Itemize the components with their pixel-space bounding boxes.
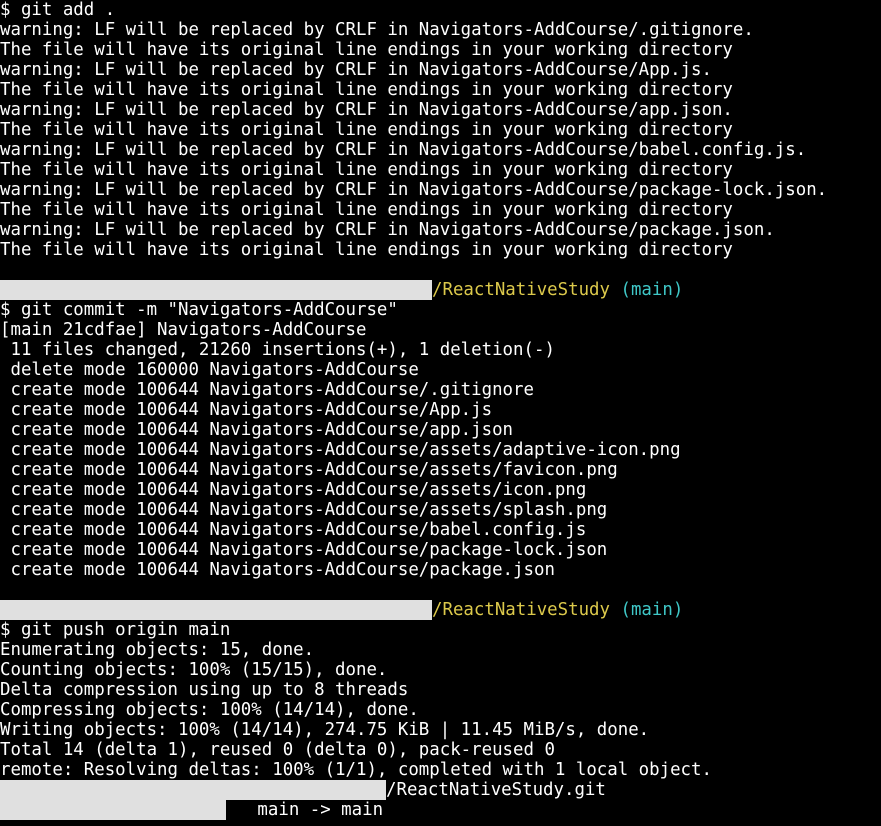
output-line: [main 21cdfae] Navigators-AddCourse <box>0 320 367 340</box>
ref-update: main -> main <box>226 800 384 820</box>
output-line: The file will have its original line end… <box>0 120 733 140</box>
output-line: Compressing objects: 100% (14/14), done. <box>0 700 419 720</box>
terminal-window[interactable]: $ git add . warning: LF will be replaced… <box>0 0 881 826</box>
output-line: warning: LF will be replaced by CRLF in … <box>0 140 807 160</box>
output-line: warning: LF will be replaced by CRLF in … <box>0 180 828 200</box>
command-git-push: $ git push origin main <box>0 620 231 640</box>
shell-prompt: /ReactNativeStudy (main) <box>0 280 881 300</box>
output-line: warning: LF will be replaced by CRLF in … <box>0 100 733 120</box>
output-line: Counting objects: 100% (15/15), done. <box>0 660 388 680</box>
redacted-user-host <box>0 600 432 620</box>
redacted-remote-url <box>0 780 386 800</box>
redacted-user-host <box>0 280 432 300</box>
output-line: create mode 100644 Navigators-AddCourse/… <box>0 480 587 500</box>
remote-url-suffix: /ReactNativeStudy.git <box>386 780 606 800</box>
output-line: Writing objects: 100% (14/14), 274.75 Ki… <box>0 720 650 740</box>
output-line: warning: LF will be replaced by CRLF in … <box>0 60 712 80</box>
output-line: The file will have its original line end… <box>0 40 733 60</box>
command-git-add: $ git add . <box>0 0 116 20</box>
output-line: remote: Resolving deltas: 100% (1/1), co… <box>0 760 712 780</box>
output-line: delete mode 160000 Navigators-AddCourse <box>0 360 419 380</box>
output-line: create mode 100644 Navigators-AddCourse/… <box>0 460 618 480</box>
output-line: create mode 100644 Navigators-AddCourse/… <box>0 520 587 540</box>
output-line: create mode 100644 Navigators-AddCourse/… <box>0 540 608 560</box>
output-line: create mode 100644 Navigators-AddCourse/… <box>0 400 493 420</box>
output-line: create mode 100644 Navigators-AddCourse/… <box>0 500 608 520</box>
output-line: warning: LF will be replaced by CRLF in … <box>0 20 754 40</box>
output-line: create mode 100644 Navigators-AddCourse/… <box>0 440 681 460</box>
output-line: Delta compression using up to 8 threads <box>0 680 409 700</box>
output-line: 11 files changed, 21260 insertions(+), 1… <box>0 340 555 360</box>
output-line: warning: LF will be replaced by CRLF in … <box>0 220 775 240</box>
git-add-output: warning: LF will be replaced by CRLF in … <box>0 20 881 260</box>
output-line: create mode 100644 Navigators-AddCourse/… <box>0 380 534 400</box>
shell-prompt: /ReactNativeStudy (main) <box>0 600 881 620</box>
remote-url-line: /ReactNativeStudy.git <box>0 780 881 800</box>
command-git-commit: $ git commit -m "Navigators-AddCourse" <box>0 300 398 320</box>
output-line: The file will have its original line end… <box>0 80 733 100</box>
output-line: The file will have its original line end… <box>0 240 733 260</box>
output-line: create mode 100644 Navigators-AddCourse/… <box>0 420 514 440</box>
prompt-path: /ReactNativeStudy <box>432 280 610 300</box>
output-line: The file will have its original line end… <box>0 200 733 220</box>
git-commit-output: [main 21cdfae] Navigators-AddCourse 11 f… <box>0 320 881 580</box>
git-push-output: Enumerating objects: 15, done. Counting … <box>0 640 881 780</box>
output-line: Total 14 (delta 1), reused 0 (delta 0), … <box>0 740 555 760</box>
output-line: The file will have its original line end… <box>0 160 733 180</box>
prompt-branch: (main) <box>620 600 684 620</box>
redacted-ref-prefix <box>0 800 226 820</box>
ref-update-line: main -> main <box>0 800 881 820</box>
prompt-branch: (main) <box>620 280 684 300</box>
prompt-path: /ReactNativeStudy <box>432 600 610 620</box>
output-line: create mode 100644 Navigators-AddCourse/… <box>0 560 555 580</box>
output-line: Enumerating objects: 15, done. <box>0 640 315 660</box>
